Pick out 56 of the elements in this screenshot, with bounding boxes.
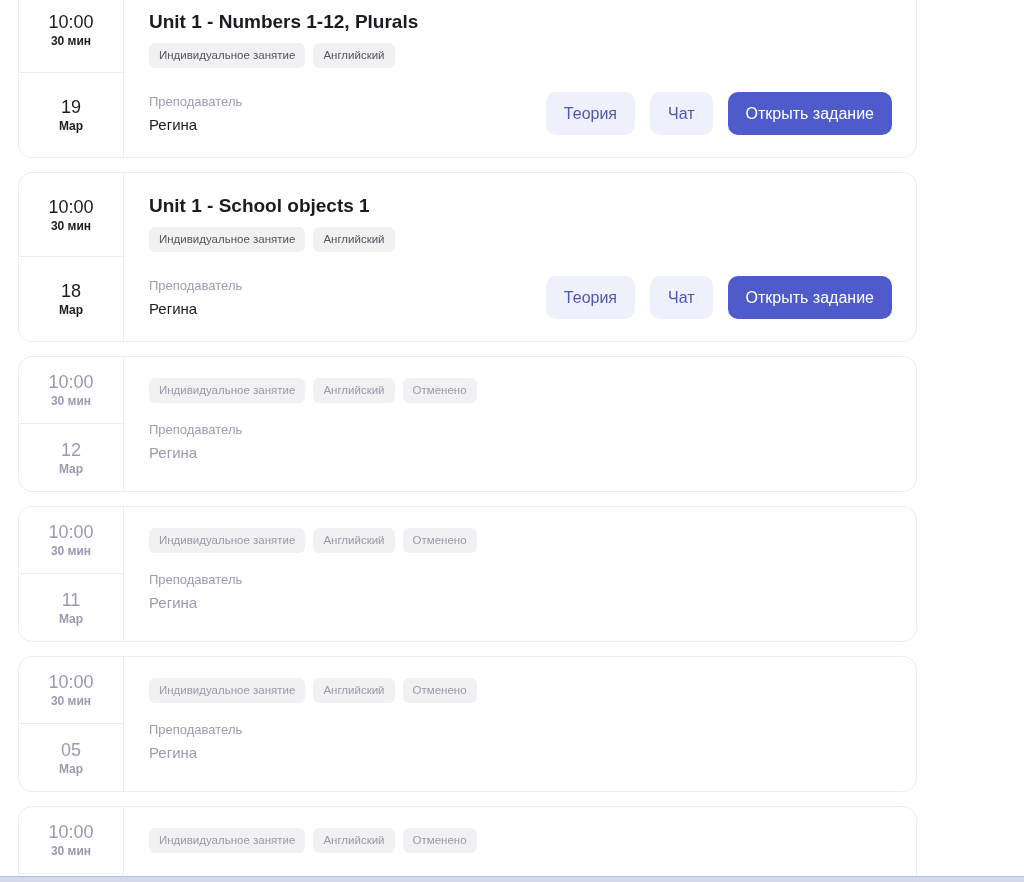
lesson-title: Unit 1 - School objects 1 <box>149 194 371 218</box>
lesson-duration: 30 мин <box>50 843 92 859</box>
lesson-month: Мар <box>58 760 84 777</box>
lesson-tag: Отменено <box>402 378 477 403</box>
lesson-duration: 30 мин <box>50 217 92 234</box>
lesson-tag: Отменено <box>402 678 477 703</box>
lesson-button[interactable]: Теория <box>545 276 636 319</box>
lesson-month: Мар <box>58 302 84 318</box>
lesson-button[interactable]: Открыть задание <box>727 276 892 319</box>
teacher-label: Преподаватель <box>149 571 243 589</box>
lesson-time: 10:00 <box>48 521 94 543</box>
lesson-tag: Английский <box>313 43 395 68</box>
teacher-name: Регина <box>149 299 199 319</box>
teacher-name: Регина <box>149 115 199 135</box>
teacher-label: Преподаватель <box>149 93 243 111</box>
lesson-month: Мар <box>58 118 84 134</box>
teacher-label: Преподаватель <box>149 277 243 295</box>
lesson-time: 10:00 <box>48 371 94 393</box>
lesson-day: 18 <box>61 280 81 302</box>
lesson-button[interactable]: Чат <box>650 92 713 135</box>
lesson-month: Мар <box>58 610 84 627</box>
lesson-tag: Отменено <box>402 828 477 853</box>
lesson-month: Мар <box>58 460 84 477</box>
lesson-tag: Индивидуальное занятие <box>149 43 306 68</box>
teacher-name: Регина <box>149 743 199 763</box>
lesson-title: Unit 1 - Numbers 1-12, Plurals <box>149 10 420 34</box>
lesson-duration: 30 мин <box>50 32 92 49</box>
lesson-tag: Английский <box>313 528 395 553</box>
lesson-time: 10:00 <box>48 10 94 33</box>
teacher-label: Преподаватель <box>149 721 243 739</box>
lesson-button[interactable]: Открыть задание <box>727 92 892 135</box>
lesson-button[interactable]: Теория <box>545 92 636 135</box>
lesson-tag: Индивидуальное занятие <box>149 227 306 252</box>
lesson-time: 10:00 <box>48 195 94 218</box>
teacher-name: Регина <box>149 443 199 463</box>
lesson-tag: Отменено <box>402 528 477 553</box>
lesson-day: 05 <box>61 738 81 761</box>
lesson-tag: Индивидуальное занятие <box>149 378 306 403</box>
lesson-time: 10:00 <box>48 671 94 693</box>
lesson-tag: Английский <box>313 828 395 853</box>
lesson-tag: Английский <box>313 678 395 703</box>
lesson-tag: Английский <box>313 378 395 403</box>
lesson-duration: 30 мин <box>50 393 92 409</box>
lesson-button[interactable]: Чат <box>650 276 713 319</box>
lesson-duration: 30 мин <box>50 543 92 559</box>
teacher-label: Преподаватель <box>149 421 243 439</box>
lesson-tag: Индивидуальное занятие <box>149 528 306 553</box>
lesson-time: 10:00 <box>48 821 94 843</box>
lesson-day: 11 <box>61 588 81 611</box>
lesson-tag: Индивидуальное занятие <box>149 828 306 853</box>
lesson-day: 12 <box>61 438 81 461</box>
lesson-duration: 30 мин <box>50 693 92 709</box>
teacher-name: Регина <box>149 593 199 613</box>
lesson-tag: Английский <box>313 227 395 252</box>
lesson-day: 19 <box>61 96 81 118</box>
lesson-tag: Индивидуальное занятие <box>149 678 306 703</box>
